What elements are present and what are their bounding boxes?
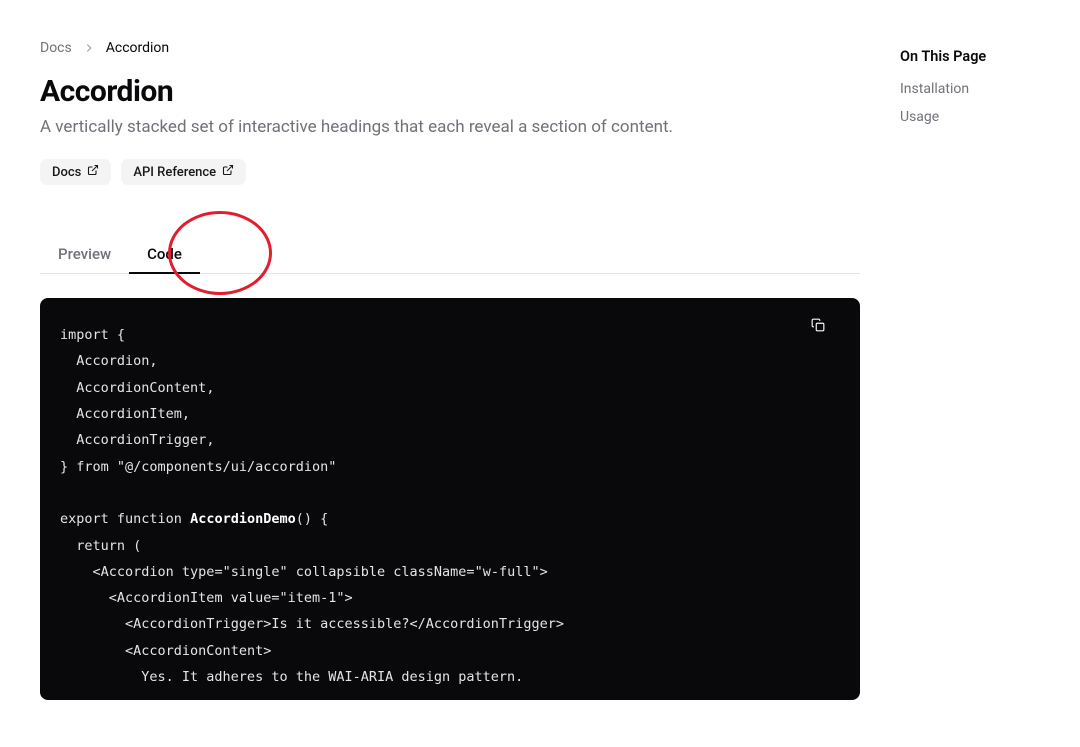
pill-label: API Reference [133,165,216,180]
pills-row: Docs API Reference [40,159,860,185]
sidebar-item-installation[interactable]: Installation [900,81,1040,97]
code-content: import { Accordion, AccordionContent, Ac… [60,322,840,690]
external-link-icon [87,164,99,180]
sidebar-item-usage[interactable]: Usage [900,109,1040,125]
breadcrumb-current: Accordion [106,40,169,56]
copy-button[interactable] [804,312,832,340]
docs-link-pill[interactable]: Docs [40,159,111,185]
code-block: import { Accordion, AccordionContent, Ac… [40,298,860,700]
external-link-icon [222,164,234,180]
api-reference-link-pill[interactable]: API Reference [121,159,246,185]
breadcrumb-docs-link[interactable]: Docs [40,40,72,56]
chevron-right-icon [82,41,96,55]
tabs: Preview Code [40,235,860,274]
on-this-page-sidebar: On This Page Installation Usage [860,40,1040,700]
sidebar-title: On This Page [900,48,1040,65]
page-description: A vertically stacked set of interactive … [40,117,860,137]
breadcrumb: Docs Accordion [40,40,860,56]
page-title: Accordion [40,74,860,109]
clipboard-icon [811,317,825,336]
pill-label: Docs [52,165,81,180]
code-scroll[interactable]: import { Accordion, AccordionContent, Ac… [40,298,860,700]
tab-code[interactable]: Code [129,235,200,273]
tab-preview[interactable]: Preview [40,235,129,273]
